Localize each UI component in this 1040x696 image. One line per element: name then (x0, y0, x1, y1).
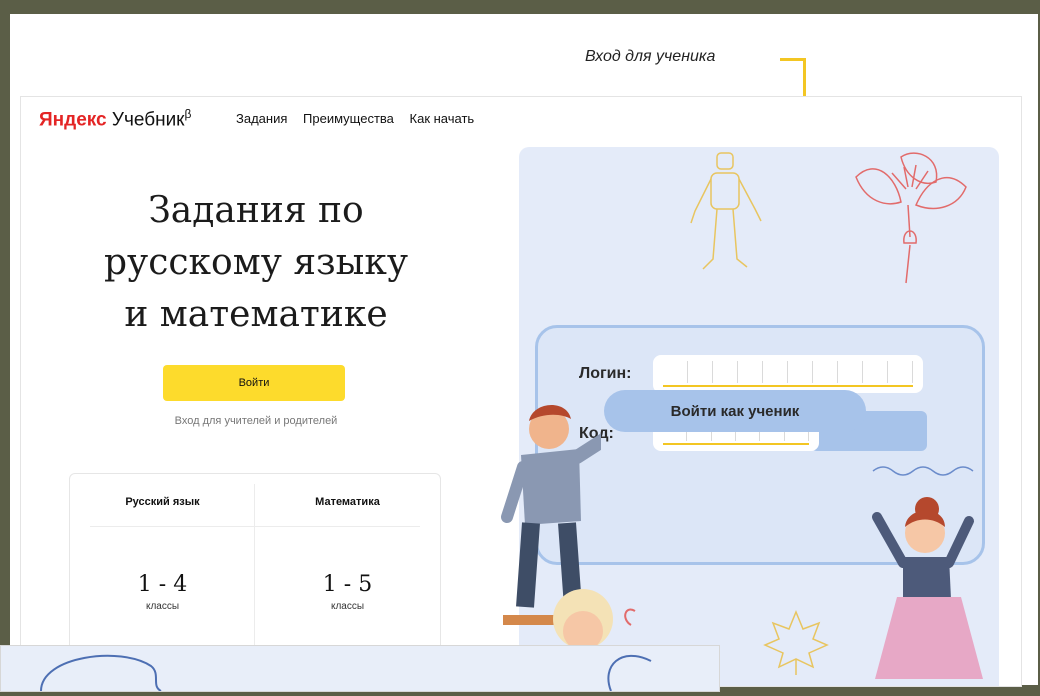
grade-range: 1 - 4 (137, 572, 188, 597)
flower-sketch-icon (855, 152, 967, 284)
teacher-login-link[interactable]: Вход для учителей и родителей (111, 415, 401, 427)
grade-range: 1 - 5 (322, 572, 373, 597)
hero-title-line-3: и математике (124, 294, 388, 335)
top-nav: Задания Преимущества Как начать (236, 111, 486, 126)
hero-title-line-1: Задания по (148, 190, 364, 231)
logo-brand: Яндекс (39, 109, 107, 131)
maple-leaf-sketch-icon (763, 610, 829, 675)
nav-item-how-to-start[interactable]: Как начать (410, 111, 475, 126)
nav-item-advantages[interactable]: Преимущества (303, 111, 394, 126)
login-input-cells (663, 361, 913, 383)
grade-unit: классы (330, 601, 365, 612)
callout-label: Вход для ученика (585, 48, 716, 65)
logo-beta: β (184, 107, 192, 121)
logo-product: Учебник (111, 109, 185, 131)
login-field-label: Логин: (579, 365, 632, 382)
login-input-underline (663, 385, 913, 387)
nav-item-tasks[interactable]: Задания (236, 111, 287, 126)
wave-decoration-icon (872, 466, 974, 476)
hero-title: Задания по русскому языку и математике (61, 185, 451, 341)
login-input[interactable] (653, 355, 923, 393)
subject-label: Математика (315, 496, 380, 508)
landing-page: Яндекс Учебникβ Задания Преимущества Как… (20, 96, 1022, 687)
grades-column-math[interactable]: Математика 1 - 5 классы (265, 474, 430, 612)
code-input-underline (663, 443, 809, 445)
grades-column-russian[interactable]: Русский язык 1 - 4 классы (80, 474, 245, 612)
hero-title-line-2: русскому языку (103, 242, 409, 283)
student-login-button[interactable]: Войти как ученик (604, 390, 866, 432)
doodle-decoration-icon (40, 654, 652, 692)
girl-pink-dress-illustration (872, 497, 983, 679)
logo[interactable]: Яндекс Учебникβ (39, 107, 191, 131)
grade-unit: классы (145, 601, 180, 612)
login-button[interactable]: Войти (163, 365, 345, 401)
robot-sketch-icon (690, 152, 762, 270)
subject-label: Русский язык (125, 496, 200, 508)
